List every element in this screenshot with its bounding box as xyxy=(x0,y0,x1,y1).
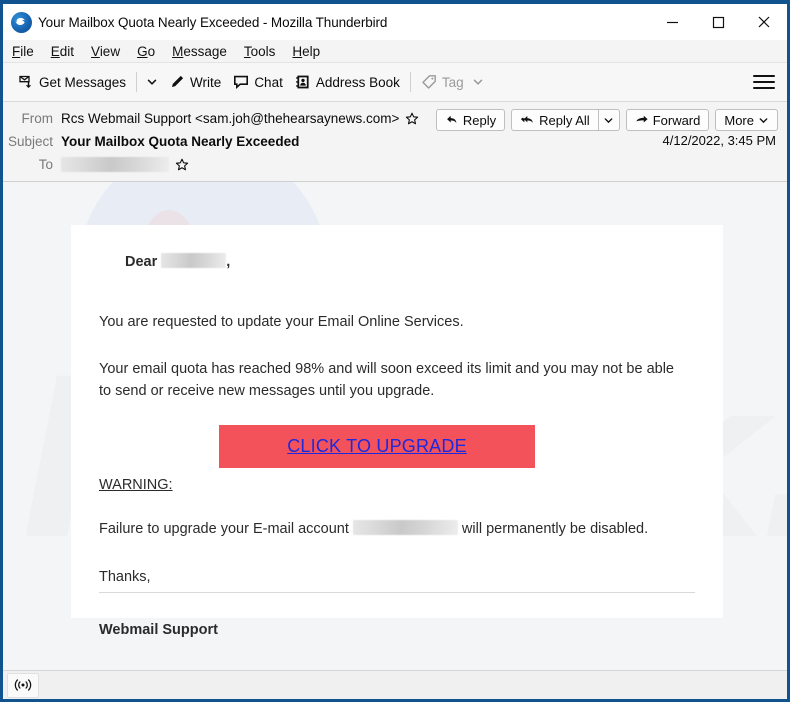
message-date: 4/12/2022, 3:45 PM xyxy=(662,133,776,148)
menu-item-view[interactable]: View xyxy=(91,44,120,59)
reply-arrow-icon xyxy=(445,113,459,127)
menu-item-message[interactable]: Message xyxy=(172,44,227,59)
hamburger-menu-icon[interactable] xyxy=(753,73,775,91)
reply-label: Reply xyxy=(462,112,497,128)
chat-label: Chat xyxy=(254,74,283,90)
thunderbird-logo-icon xyxy=(11,11,32,33)
menu-item-help[interactable]: Help xyxy=(292,44,320,59)
get-messages-icon xyxy=(18,74,34,90)
thunderbird-window: Your Mailbox Quota Nearly Exceeded - Moz… xyxy=(0,0,790,702)
tag-button[interactable]: Tag xyxy=(415,70,490,94)
status-bar xyxy=(3,670,787,699)
failure-account-redacted xyxy=(352,520,458,536)
email-paragraph-2: Your email quota has reached 98% and wil… xyxy=(99,360,674,400)
forward-label: Forward xyxy=(652,112,701,128)
to-row: To xyxy=(3,153,787,176)
close-icon[interactable] xyxy=(741,4,787,40)
menu-item-edit[interactable]: Edit xyxy=(51,44,74,59)
address-book-icon xyxy=(295,74,311,90)
main-toolbar: Get Messages Write Chat Address Book Tag xyxy=(3,63,787,102)
to-label: To xyxy=(38,157,53,172)
get-messages-button[interactable]: Get Messages xyxy=(12,70,132,94)
message-body: PCrisk.com Dear , You are requested to u… xyxy=(3,182,787,676)
failure-suffix: will permanently be disabled. xyxy=(461,521,649,538)
tag-chevron-down-icon xyxy=(472,76,484,88)
from-value[interactable]: Rcs Webmail Support <sam.joh@thehearsayn… xyxy=(61,111,399,126)
reply-all-group: Reply All xyxy=(511,109,620,131)
write-button[interactable]: Write xyxy=(163,70,227,94)
reply-all-dropdown[interactable] xyxy=(597,109,620,131)
greeting-name-redacted xyxy=(161,253,227,268)
upgrade-link[interactable]: CLICK TO UPGRADE xyxy=(287,436,467,457)
email-signature: Webmail Support xyxy=(99,622,218,639)
failure-prefix: Failure to upgrade your E-mail account xyxy=(99,521,349,538)
more-chevron-down-icon xyxy=(758,115,769,126)
address-book-button[interactable]: Address Book xyxy=(289,70,406,94)
cta-container: CLICK TO UPGRADE xyxy=(99,424,695,468)
reply-all-button[interactable]: Reply All xyxy=(511,109,598,131)
title-bar: Your Mailbox Quota Nearly Exceeded - Moz… xyxy=(3,4,787,40)
message-actions: Reply Reply All Forward More xyxy=(435,109,778,131)
tag-icon xyxy=(421,74,437,90)
chat-button[interactable]: Chat xyxy=(227,70,289,94)
upgrade-button[interactable]: CLICK TO UPGRADE xyxy=(219,424,535,468)
write-label: Write xyxy=(190,74,222,90)
more-button[interactable]: More xyxy=(715,109,778,131)
address-book-label: Address Book xyxy=(315,74,400,90)
reply-all-label: Reply All xyxy=(539,112,590,128)
from-label: From xyxy=(21,111,54,126)
to-star-icon[interactable] xyxy=(175,158,189,172)
subject-label: Subject xyxy=(7,134,53,149)
menu-item-file[interactable]: File xyxy=(12,44,34,59)
email-warning-label: WARNING: xyxy=(99,476,173,493)
email-thanks: Thanks, xyxy=(99,568,151,585)
toolbar-divider-1 xyxy=(136,72,138,92)
window-title: Your Mailbox Quota Nearly Exceeded - Moz… xyxy=(38,14,388,30)
toolbar-divider-2 xyxy=(409,72,411,92)
menu-item-tools[interactable]: Tools xyxy=(244,44,276,59)
chat-bubble-icon xyxy=(233,74,249,90)
email-paragraph-1: You are requested to update your Email O… xyxy=(99,314,464,331)
get-messages-label: Get Messages xyxy=(39,74,127,90)
pencil-icon xyxy=(169,74,185,90)
greeting-prefix: Dear xyxy=(125,254,158,270)
forward-button[interactable]: Forward xyxy=(625,109,710,131)
greeting-suffix: , xyxy=(226,254,231,270)
email-content-card: Dear , You are requested to update your … xyxy=(71,225,723,638)
email-divider xyxy=(99,592,695,594)
email-failure-line: Failure to upgrade your E-mail account w… xyxy=(99,518,695,540)
menu-bar: File Edit View Go Message Tools Help xyxy=(3,40,787,63)
from-star-icon[interactable] xyxy=(405,112,419,126)
minimize-icon[interactable] xyxy=(649,4,695,40)
reply-all-arrow-icon xyxy=(520,113,535,127)
to-value-redacted xyxy=(61,157,169,172)
reply-button[interactable]: Reply xyxy=(435,109,506,131)
broadcast-signal-icon[interactable] xyxy=(7,672,39,698)
message-header: From Rcs Webmail Support <sam.joh@thehea… xyxy=(3,102,787,182)
email-greeting: Dear , xyxy=(125,251,695,273)
get-messages-dropdown[interactable] xyxy=(141,72,163,92)
forward-arrow-icon xyxy=(635,113,649,127)
menu-item-go[interactable]: Go xyxy=(137,44,155,59)
window-controls xyxy=(649,4,787,40)
more-label: More xyxy=(724,112,754,128)
subject-value: Your Mailbox Quota Nearly Exceeded xyxy=(61,134,300,149)
tag-label: Tag xyxy=(441,74,464,90)
maximize-icon[interactable] xyxy=(695,4,741,40)
